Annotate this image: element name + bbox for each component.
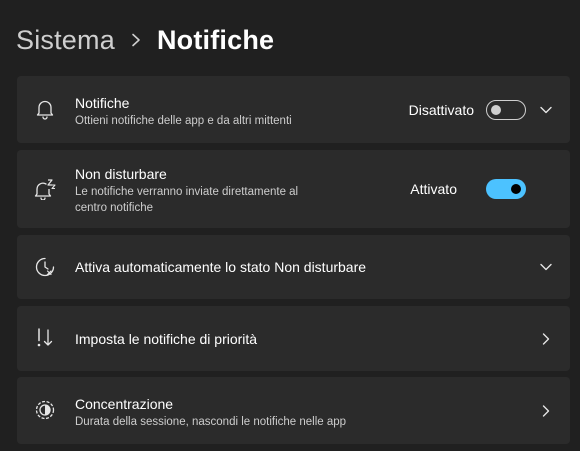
notifiche-title: Notifiche [75,95,130,111]
breadcrumb-parent[interactable]: Sistema [16,25,115,56]
notifiche-subtitle: Ottieni notifiche delle app e da altri m… [75,115,292,127]
breadcrumb: Sistema Notifiche [16,20,274,60]
page-title: Notifiche [156,24,275,55]
non-disturbare-toggle[interactable] [486,179,526,199]
bell-icon [34,98,56,120]
clock-icon [34,256,56,278]
bell-snooze-icon [34,178,56,200]
focus-icon [34,399,56,421]
notifiche-priorita-title: Imposta le notifiche di priorità [75,331,258,347]
concentrazione-controls [540,377,570,444]
non-disturbare-subtitle-line2: centro notifiche [75,202,153,214]
concentrazione-text: Concentrazione Durata della sessione, na… [75,395,346,430]
attiva-automaticamente-card[interactable]: Attiva automaticamente lo stato Non dist… [17,235,570,299]
chevron-right-icon[interactable] [540,404,552,417]
toggle-knob [511,184,521,194]
concentrazione-card[interactable]: Concentrazione Durata della sessione, na… [17,377,570,444]
concentrazione-title: Concentrazione [75,396,174,412]
notifiche-priorita-text: Imposta le notifiche di priorità [75,330,257,348]
notifiche-state-label: Disattivato [408,101,474,118]
non-disturbare-title: Non disturbare [75,166,167,182]
toggle-knob [491,104,501,115]
attiva-automaticamente-title: Attiva automaticamente lo stato Non dist… [75,259,367,275]
priority-icon [34,327,56,349]
attiva-automaticamente-text: Attiva automaticamente lo stato Non dist… [75,258,366,276]
non-disturbare-card[interactable]: Non disturbare Le notifiche verranno inv… [17,150,570,228]
concentrazione-subtitle: Durata della sessione, nascondi le notif… [75,416,347,428]
notifiche-toggle[interactable] [486,99,526,120]
non-disturbare-state-label: Attivato [410,181,457,197]
notifiche-text: Notifiche Ottieni notifiche delle app e … [75,94,292,129]
non-disturbare-controls: Attivato [410,150,570,228]
attiva-automaticamente-controls [540,235,570,299]
chevron-down-icon[interactable] [540,104,552,116]
notifiche-priorita-card[interactable]: Imposta le notifiche di priorità [17,306,570,371]
notifiche-card[interactable]: Notifiche Ottieni notifiche delle app e … [17,76,570,143]
chevron-right-icon[interactable] [540,332,552,345]
non-disturbare-subtitle-line1: Le notifiche verranno inviate direttamen… [75,186,299,198]
chevron-right-icon [131,33,143,47]
chevron-down-icon[interactable] [540,261,552,273]
notifiche-priorita-controls [540,306,570,371]
non-disturbare-text: Non disturbare Le notifiche verranno inv… [75,165,298,216]
notifiche-controls: Disattivato [409,76,570,143]
